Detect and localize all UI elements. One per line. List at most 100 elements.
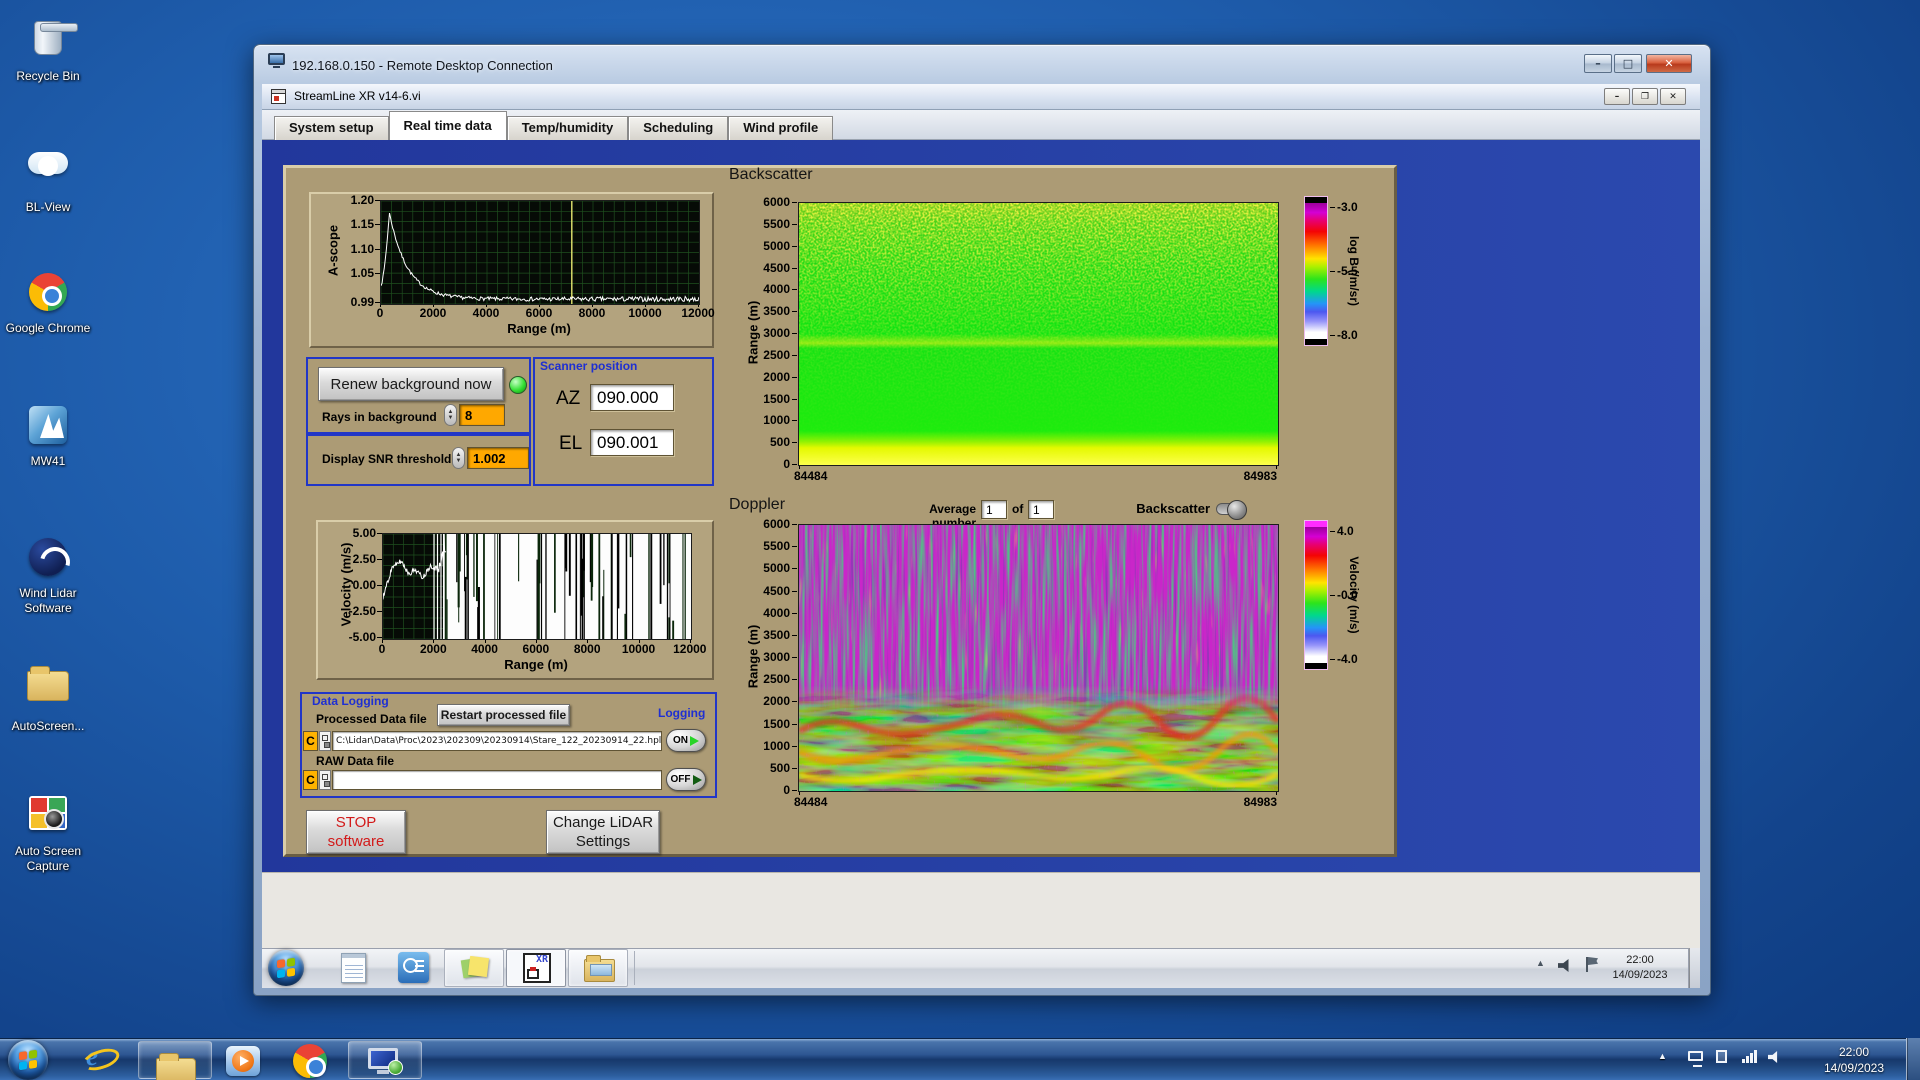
backscatter-heatmap[interactable] <box>798 202 1279 466</box>
doppler-colorbar-tick-mark <box>1330 595 1335 596</box>
rays-spinner[interactable]: ▲ ▼ <box>444 404 457 426</box>
average-number-field[interactable]: 1 <box>981 500 1007 519</box>
doppler-colorbar-tick-mark <box>1330 658 1335 660</box>
backscatter-colorbar-tick-mark <box>1330 207 1335 209</box>
doppler-y-tick-mark <box>792 590 797 592</box>
doppler-y-tick: 4500 <box>763 583 790 598</box>
host-clock[interactable]: 22:00 14/09/2023 <box>1806 1044 1902 1076</box>
control-panel-icon[interactable] <box>398 952 429 983</box>
show-desktop-button[interactable] <box>1906 1038 1920 1080</box>
raw-path-input[interactable] <box>332 770 662 790</box>
doppler-y-tick-mark <box>792 657 797 658</box>
internet-explorer-icon[interactable]: e <box>86 1041 98 1072</box>
doppler-heatmap[interactable] <box>798 524 1279 792</box>
on-led-arrow <box>690 735 699 746</box>
backscatter-y-tick-mark <box>792 202 797 203</box>
doppler-y-axis-label: Range (m) <box>745 624 761 689</box>
desktop: Recycle Bin BL-View Google Chrome MW41 Wind … <box>0 0 1920 1080</box>
backscatter-y-tick: 5000 <box>763 238 790 253</box>
windows-media-player-icon[interactable] <box>226 1046 260 1076</box>
backscatter-colorbar-label: log B (/m/sr) <box>1347 235 1361 306</box>
session-taskbar-button-explorer[interactable] <box>568 949 628 987</box>
notepad-icon[interactable] <box>341 953 366 983</box>
hidden-icons-arrow[interactable]: ▲ <box>1658 1051 1667 1061</box>
doppler-y-tick-mark <box>792 701 797 703</box>
velocity-x-tick: 10000 <box>621 642 656 656</box>
ascope-x-tick: 10000 <box>628 306 662 320</box>
velocity-x-tick: 2000 <box>419 642 447 656</box>
backscatter-colorbar-tick-mark <box>1330 334 1335 336</box>
off-label: OFF <box>670 774 691 785</box>
processed-path-type-icon[interactable] <box>319 731 331 751</box>
doppler-y-tick: 0 <box>783 783 790 797</box>
doppler-y-tick: 5000 <box>763 561 790 576</box>
raw-path-type-icon[interactable] <box>319 770 331 790</box>
start-button[interactable] <box>8 1040 48 1080</box>
ascope-y-tick: 1.15 <box>350 217 374 232</box>
tab-real-time-data[interactable]: Real time data <box>388 111 507 140</box>
taskbar-button-remote-desktop[interactable] <box>348 1041 422 1079</box>
velocity-x-tick: 12000 <box>673 642 707 656</box>
el-label: EL <box>559 433 583 454</box>
doppler-colorbar-tick: 4.0 <box>1337 524 1354 539</box>
session-action-center-icon[interactable] <box>1586 957 1599 972</box>
snr-value-field[interactable]: 1.002 <box>467 447 529 469</box>
raw-logging-off-button[interactable]: OFF <box>666 768 706 791</box>
renew-background-button[interactable]: Renew background now <box>318 367 504 401</box>
session-clock[interactable]: 22:00 14/09/2023 <box>1602 953 1678 983</box>
tray-volume-icon[interactable] <box>1768 1051 1781 1063</box>
tray-display-icon[interactable] <box>1688 1051 1703 1067</box>
doppler-y-tick: 500 <box>769 760 790 775</box>
velocity-x-tick: 0 <box>378 642 386 656</box>
explorer-folder-icon <box>156 1053 196 1080</box>
backscatter-y-tick-mark <box>792 442 797 444</box>
velocity-y-tick: 0.00 <box>352 578 376 592</box>
backscatter-toggle[interactable] <box>1216 500 1247 520</box>
doppler-colorbar-tick-mark <box>1330 531 1335 533</box>
ascope-x-tick: 4000 <box>472 306 500 320</box>
taskbar-button-explorer[interactable] <box>138 1041 212 1080</box>
doppler-x-left-label: 84484 <box>794 795 828 809</box>
snr-threshold-label: Display SNR threshold <box>322 452 452 466</box>
chrome-taskbar-icon[interactable] <box>293 1044 327 1078</box>
processed-path-input[interactable]: C:\Lidar\Data\Proc\2023\202309\20230914\… <box>332 731 662 751</box>
velocity-plot[interactable] <box>382 533 692 640</box>
tray-document-icon[interactable] <box>1716 1050 1727 1063</box>
stop-line2: software <box>327 833 385 850</box>
tray-network-icon[interactable] <box>1742 1050 1758 1063</box>
stop-software-button[interactable]: STOP software <box>306 810 406 854</box>
backscatter-y-tick-mark <box>792 464 797 465</box>
session-taskbar-button-sticky-notes[interactable] <box>444 949 504 987</box>
sticky-notes-icon <box>462 956 488 982</box>
of-total-field[interactable]: 1 <box>1028 500 1054 519</box>
host-taskbar <box>0 1038 1920 1080</box>
doppler-y-tick-mark <box>792 612 797 614</box>
session-hidden-icons-arrow[interactable]: ▲ <box>1536 958 1545 968</box>
session-show-desktop-button[interactable] <box>1688 948 1700 988</box>
doppler-y-tick: 6000 <box>763 517 790 531</box>
az-value-field[interactable]: 090.000 <box>590 384 674 411</box>
ascope-plot[interactable] <box>380 200 700 305</box>
rays-value-field[interactable]: 8 <box>459 404 505 426</box>
processed-drive-box[interactable]: C <box>303 731 318 751</box>
backscatter-y-tick-mark <box>792 333 797 334</box>
change-line1: Change LiDAR <box>552 814 654 831</box>
doppler-y-tick-mark <box>792 546 797 548</box>
backscatter-y-tick: 500 <box>769 435 790 450</box>
session-start-button[interactable] <box>268 950 304 986</box>
ascope-x-tick: 8000 <box>578 306 606 320</box>
doppler-y-tick-mark <box>792 679 797 681</box>
backscatter-y-tick-mark <box>792 420 797 422</box>
velocity-x-tick: 8000 <box>573 642 601 656</box>
velocity-x-tick: 4000 <box>471 642 498 656</box>
session-taskbar-button-streamline-xr[interactable]: XR <box>506 949 566 987</box>
raw-drive-box[interactable]: C <box>303 770 318 790</box>
backscatter-y-tick: 1000 <box>763 413 790 428</box>
snr-spinner[interactable]: ▲ ▼ <box>452 447 465 469</box>
change-lidar-settings-button[interactable]: Change LiDAR Settings <box>546 810 660 854</box>
streamline-xr-icon: XR <box>523 953 551 983</box>
backscatter-y-tick-mark <box>792 398 797 400</box>
el-value-field[interactable]: 090.001 <box>590 429 674 456</box>
restart-processed-file-button[interactable]: Restart processed file <box>437 704 570 726</box>
processed-logging-on-button[interactable]: ON <box>666 729 706 752</box>
